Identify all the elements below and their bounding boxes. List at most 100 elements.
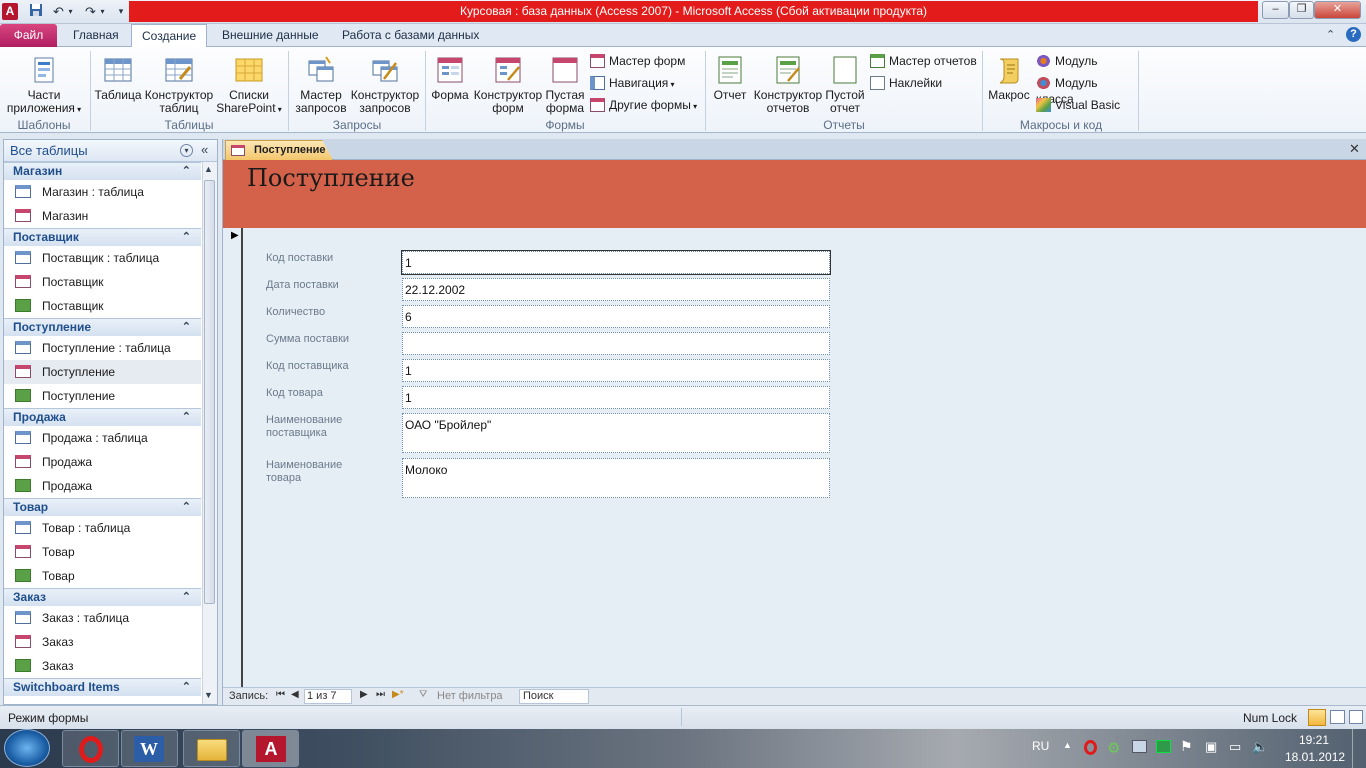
- document-tab[interactable]: Поступление: [225, 140, 333, 160]
- nav-item-form[interactable]: Продажа: [4, 450, 201, 474]
- opera-tray-icon[interactable]: [1084, 740, 1097, 755]
- scroll-down-arrow[interactable]: ▼: [204, 690, 213, 700]
- undo-dropdown-icon[interactable]: ▾: [66, 3, 75, 20]
- close-document-icon[interactable]: ✕: [1349, 141, 1360, 157]
- nav-group-header[interactable]: Товар ⌃: [4, 498, 201, 516]
- collapse-group-icon[interactable]: ⌃: [182, 679, 191, 696]
- table-button[interactable]: Таблица: [94, 55, 142, 102]
- tab-external-data[interactable]: Внешние данные: [212, 24, 329, 47]
- nav-item-table[interactable]: Поставщик : таблица: [4, 246, 201, 270]
- report-designer-button[interactable]: Конструктор отчетов: [752, 55, 824, 115]
- show-hidden-icons[interactable]: ▲: [1063, 740, 1072, 750]
- start-button[interactable]: [4, 729, 50, 767]
- filter-status[interactable]: Нет фильтра: [437, 690, 503, 702]
- network-tray-icon[interactable]: [1132, 740, 1147, 753]
- record-position-input[interactable]: 1 из 7: [304, 689, 352, 704]
- nav-group-header[interactable]: Заказ ⌃: [4, 588, 201, 606]
- next-record-icon[interactable]: ▶: [360, 689, 368, 700]
- labels-button[interactable]: Наклейки: [870, 75, 978, 91]
- field-input[interactable]: ОАО "Бройлер": [402, 413, 830, 453]
- blank-report-button[interactable]: Пустой отчет: [824, 55, 866, 115]
- connection-tray-icon[interactable]: ▭: [1229, 739, 1241, 755]
- tab-home[interactable]: Главная: [63, 24, 129, 47]
- close-button[interactable]: ✕: [1314, 1, 1361, 19]
- first-record-icon[interactable]: ⏮: [276, 689, 285, 700]
- nav-item-report[interactable]: Продажа: [4, 474, 201, 498]
- taskbar-opera[interactable]: [62, 730, 119, 767]
- show-desktop-button[interactable]: [1352, 729, 1366, 768]
- nav-item-table[interactable]: Товар : таблица: [4, 516, 201, 540]
- collapse-group-icon[interactable]: ⌃: [182, 409, 191, 426]
- navigation-pane-header[interactable]: Все таблицы ▾ «: [4, 140, 217, 162]
- nav-item-table[interactable]: Продажа : таблица: [4, 426, 201, 450]
- collapse-pane-icon[interactable]: «: [201, 142, 208, 157]
- app-parts-button[interactable]: Части приложения ▾: [4, 55, 84, 116]
- datasheet-view-icon[interactable]: [1330, 710, 1345, 724]
- visual-basic-button[interactable]: Visual Basic: [1036, 97, 1136, 113]
- form-button[interactable]: Форма: [428, 55, 472, 102]
- scroll-up-arrow[interactable]: ▲: [204, 164, 213, 174]
- field-input[interactable]: Молоко: [402, 458, 830, 498]
- tab-create[interactable]: Создание: [131, 24, 208, 48]
- query-wizard-button[interactable]: Мастер запросов: [292, 55, 350, 115]
- sharepoint-lists-button[interactable]: Списки SharePoint ▾: [216, 55, 282, 116]
- nav-item-report[interactable]: Поступление: [4, 384, 201, 408]
- tab-file[interactable]: Файл: [0, 24, 57, 47]
- nav-item-table[interactable]: Поступление : таблица: [4, 336, 201, 360]
- navigation-button[interactable]: Навигация ▾: [590, 75, 700, 91]
- access-app-icon[interactable]: A: [2, 3, 18, 20]
- clock-date[interactable]: 18.01.2012: [1285, 750, 1345, 764]
- nav-item-report[interactable]: Поставщик: [4, 294, 201, 318]
- collapse-group-icon[interactable]: ⌃: [182, 499, 191, 516]
- nav-item-table[interactable]: Магазин : таблица: [4, 180, 201, 204]
- redo-dropdown-icon[interactable]: ▾: [98, 3, 107, 20]
- nav-group-header[interactable]: Switchboard Items ⌃: [4, 678, 201, 696]
- nav-group-header[interactable]: Поступление ⌃: [4, 318, 201, 336]
- language-indicator[interactable]: RU: [1032, 739, 1049, 753]
- clock-time[interactable]: 19:21: [1299, 733, 1329, 747]
- nav-group-header[interactable]: Продажа ⌃: [4, 408, 201, 426]
- field-input[interactable]: 1: [401, 250, 831, 275]
- record-selector[interactable]: ▶: [223, 228, 243, 687]
- nav-item-form[interactable]: Заказ: [4, 630, 201, 654]
- save-icon[interactable]: [27, 3, 44, 20]
- new-record-icon[interactable]: ▶*: [392, 689, 404, 700]
- volume-tray-icon[interactable]: 🔈: [1252, 739, 1268, 755]
- taskbar-word[interactable]: W: [121, 730, 178, 767]
- customize-toolbar-icon[interactable]: ▾: [116, 3, 126, 20]
- maximize-button[interactable]: ❐: [1289, 1, 1314, 19]
- minimize-button[interactable]: ‒: [1262, 1, 1289, 19]
- field-input[interactable]: 6: [402, 305, 830, 328]
- collapse-group-icon[interactable]: ⌃: [182, 589, 191, 606]
- form-designer-button[interactable]: Конструктор форм: [472, 55, 544, 115]
- search-input[interactable]: Поиск: [519, 689, 589, 704]
- nav-item-form[interactable]: Поставщик: [4, 270, 201, 294]
- filter-icon[interactable]: ⛛: [419, 689, 427, 700]
- field-input[interactable]: 22.12.2002: [402, 278, 830, 301]
- prev-record-icon[interactable]: ◀: [291, 689, 299, 700]
- gear-tray-icon[interactable]: ⚙: [1107, 739, 1120, 757]
- nav-item-form[interactable]: Товар: [4, 540, 201, 564]
- taskbar-access[interactable]: A: [242, 730, 299, 767]
- module-button[interactable]: Модуль: [1036, 53, 1136, 69]
- flag-tray-icon[interactable]: ⚑: [1180, 738, 1193, 755]
- other-forms-button[interactable]: Другие формы ▾: [590, 97, 702, 113]
- form-view-icon[interactable]: [1308, 709, 1326, 726]
- nav-item-form[interactable]: Магазин: [4, 204, 201, 228]
- class-module-button[interactable]: Модуль класса: [1036, 75, 1136, 106]
- layout-view-icon[interactable]: [1349, 710, 1363, 724]
- nav-item-form[interactable]: Поступление: [4, 360, 201, 384]
- table-designer-button[interactable]: Конструктор таблиц: [144, 55, 214, 115]
- display-tray-icon[interactable]: [1156, 740, 1171, 753]
- ribbon-minimize-icon[interactable]: ⌃: [1326, 28, 1335, 41]
- report-button[interactable]: Отчет: [710, 55, 750, 102]
- field-input[interactable]: 1: [402, 386, 830, 409]
- help-icon[interactable]: ?: [1346, 27, 1361, 42]
- nav-item-report[interactable]: Товар: [4, 564, 201, 588]
- device-tray-icon[interactable]: ▣: [1205, 739, 1217, 755]
- last-record-icon[interactable]: ⏭: [376, 689, 385, 700]
- undo-icon[interactable]: ↶: [50, 3, 67, 20]
- tab-database-tools[interactable]: Работа с базами данных: [332, 24, 489, 47]
- nav-item-table[interactable]: Заказ : таблица: [4, 606, 201, 630]
- collapse-group-icon[interactable]: ⌃: [182, 163, 191, 180]
